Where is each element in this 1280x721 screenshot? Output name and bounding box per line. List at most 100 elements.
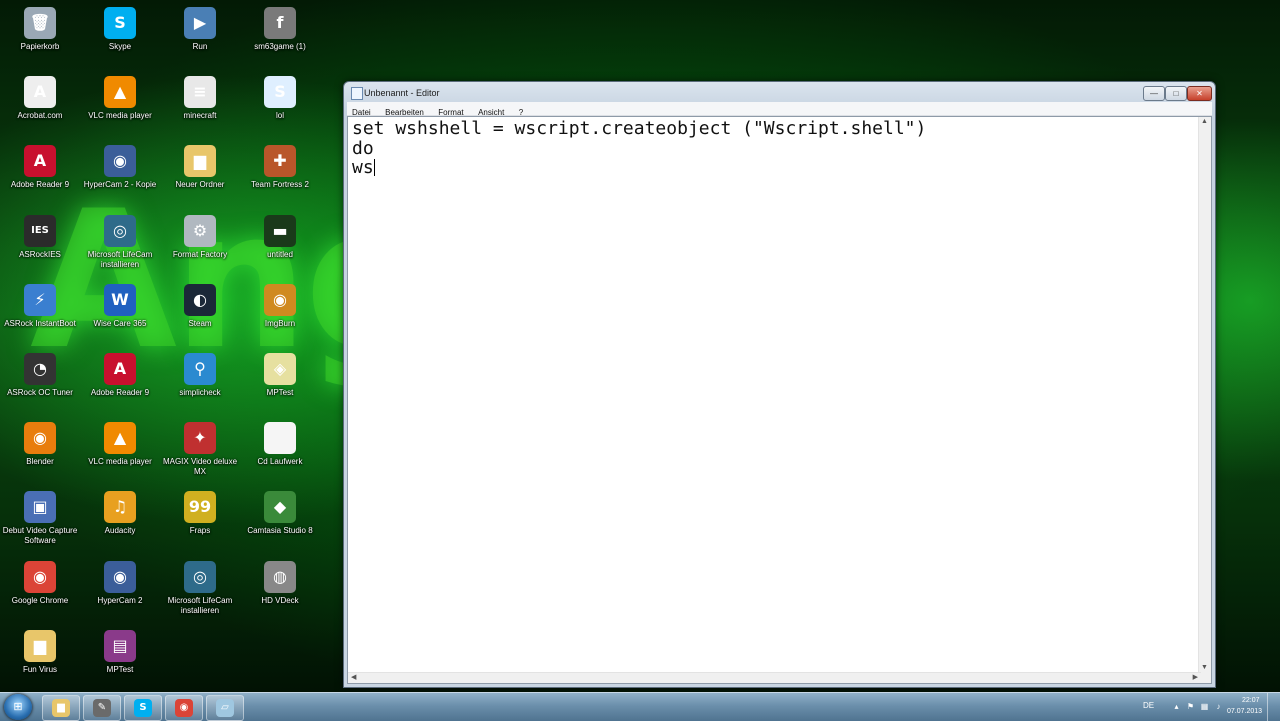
taskbar-app-button[interactable]: ▆ — [42, 695, 80, 721]
magnifier-icon: ⚲ — [184, 353, 216, 385]
window-title: Unbenannt - Editor — [364, 88, 440, 98]
desktop-icon[interactable]: ▆ Neuer Ordner — [160, 142, 240, 208]
hypercam-icon: ◉ — [104, 145, 136, 178]
editor-line: do — [352, 137, 374, 159]
debut-icon: ▣ — [24, 491, 56, 524]
desktop-icon[interactable]: f sm63game (1) — [240, 4, 320, 70]
taskbar-app-button[interactable]: ▱ — [206, 695, 244, 721]
paint-icon: ✎ — [93, 699, 111, 717]
clock-date[interactable]: 07.07.2013 — [1227, 708, 1262, 715]
desktop-icon-label: Blender — [26, 457, 54, 467]
desktop-icon-label: Cd Laufwerk — [257, 457, 303, 467]
network-icon[interactable]: ▦ — [1200, 702, 1209, 711]
taskbar-app-button[interactable]: ◉ — [165, 695, 203, 721]
desktop-icon[interactable]: ▲ VLC media player — [80, 73, 160, 139]
maximize-button[interactable]: □ — [1165, 86, 1187, 101]
desktop-icon[interactable]: ◉ Blender — [0, 419, 80, 485]
desktop-icon[interactable]: ▆ Fun Virus — [0, 627, 80, 692]
steam-icon: ◐ — [184, 283, 216, 316]
desktop-icon[interactable]: ✚ Team Fortress 2 — [240, 142, 320, 208]
desktop-icon-label: Adobe Reader 9 — [90, 388, 150, 397]
desktop-icon[interactable]: ⚲ simplicheck — [160, 350, 240, 416]
desktop-icon[interactable]: ◎ Microsoft LifeCam installieren — [80, 212, 160, 278]
scroll-down-icon[interactable]: ▼ — [1201, 664, 1208, 671]
volume-icon[interactable]: ♪ — [1214, 702, 1223, 711]
desktop-icon[interactable]: 🗑 Papierkorb — [0, 4, 80, 70]
desktop-icon-label: VLC media player — [88, 111, 152, 121]
title-bar[interactable]: Unbenannt - Editor — □ ✕ — [344, 82, 1215, 102]
start-button[interactable]: ⊞ — [4, 694, 32, 720]
desktop-icon[interactable]: ✦ MAGIX Video deluxe MX — [160, 419, 240, 485]
desktop-icon-label: HyperCam 2 - Kopie — [83, 180, 157, 190]
notepad-window[interactable]: Unbenannt - Editor — □ ✕ Datei Bearbeite… — [343, 81, 1216, 688]
text-editor[interactable]: set wshshell = wscript.createobject ("Ws… — [347, 116, 1212, 684]
desktop-icon-label: Adobe Reader 9 — [10, 180, 70, 190]
desktop-icon[interactable]: ▬ untitled — [240, 212, 320, 278]
desktop-icon[interactable]: ◉ Google Chrome — [0, 558, 80, 624]
desktop-icon[interactable]: S Skype — [80, 4, 160, 70]
horizontal-scrollbar[interactable]: ◀ ▶ — [348, 672, 1201, 683]
desktop-icon[interactable]: ◔ ASRock OC Tuner — [0, 350, 80, 416]
menu-bar: Datei Bearbeiten Format Ansicht ? — [347, 102, 1212, 117]
desktop-icon[interactable]: ◆ Camtasia Studio 8 — [240, 488, 320, 554]
language-indicator[interactable]: DE — [1143, 701, 1154, 710]
desktop-icon[interactable]: Cd Laufwerk — [240, 419, 320, 485]
desktop-icon[interactable]: ▤ MPTest — [80, 627, 160, 692]
desktop-icon[interactable]: IES ASRockIES — [0, 212, 80, 278]
scroll-left-icon[interactable]: ◀ — [351, 673, 356, 681]
show-desktop-button[interactable] — [1267, 693, 1280, 721]
image-icon: ▬ — [264, 214, 296, 247]
desktop-icon[interactable]: ◉ HyperCam 2 - Kopie — [80, 142, 160, 208]
desktop-icon-label: Microsoft LifeCam installieren — [167, 595, 233, 615]
desktop-icon-label: MPTest — [266, 388, 294, 397]
notepad-icon: ▱ — [216, 699, 234, 717]
desktop-icon[interactable]: ◈ MPTest — [240, 350, 320, 416]
desktop-icon[interactable]: ▣ Debut Video Capture Software — [0, 488, 80, 554]
fraps-icon: 99 — [184, 491, 216, 524]
close-button[interactable]: ✕ — [1187, 86, 1212, 101]
vertical-scrollbar[interactable]: ▲ ▼ — [1198, 117, 1211, 683]
desktop-icon-label: untitled — [267, 249, 293, 259]
desktop-icon-label: MAGIX Video deluxe MX — [162, 457, 238, 477]
desktop-icon[interactable]: ◐ Steam — [160, 281, 240, 347]
desktop-icon-label: sm63game (1) — [254, 42, 306, 51]
desktop-icon[interactable]: ▶ Run — [160, 4, 240, 70]
desktop-icon[interactable]: ≡ minecraft — [160, 73, 240, 139]
notepad-icon[interactable] — [351, 87, 363, 100]
instantboot-icon: ⚡ — [24, 283, 56, 316]
clock-time[interactable]: 22:07 — [1242, 697, 1260, 704]
scroll-right-icon[interactable]: ▶ — [1193, 673, 1198, 681]
desktop-icon[interactable]: A Acrobat.com — [0, 73, 80, 139]
desktop-icon[interactable]: ▲ VLC media player — [80, 419, 160, 485]
desktop-icon-label: Camtasia Studio 8 — [247, 526, 313, 536]
desktop-icon[interactable]: Slol — [240, 73, 320, 139]
desktop-icon[interactable]: ◍ HD VDeck — [240, 558, 320, 624]
desktop-icon-label: Run — [192, 42, 208, 51]
desktop-icon-label: lol — [275, 111, 284, 121]
desktop-icon[interactable]: ◎ Microsoft LifeCam installieren — [160, 558, 240, 624]
desktop-icon[interactable]: ⚡ ASRock InstantBoot — [0, 281, 80, 347]
desktop-icon[interactable]: 99 Fraps — [160, 488, 240, 554]
desktop-icon[interactable]: ♫ Audacity — [80, 488, 160, 554]
minimize-button[interactable]: — — [1143, 86, 1165, 101]
desktop-icon-label: Papierkorb — [20, 42, 60, 51]
desktop-icon-label: ASRock OC Tuner — [7, 388, 73, 397]
taskbar-app-button[interactable]: ✎ — [83, 695, 121, 721]
desktop-icon[interactable]: ◉ HyperCam 2 — [80, 558, 160, 624]
desktop-icon-label: Microsoft LifeCam installieren — [87, 249, 153, 269]
flag-icon[interactable]: ⚑ — [1186, 702, 1195, 711]
desktop-icon[interactable]: A Adobe Reader 9 — [80, 350, 160, 416]
taskbar-app-button[interactable]: S — [124, 695, 162, 721]
oc-tuner-icon: ◔ — [24, 353, 56, 385]
desktop-icon[interactable]: A Adobe Reader 9 — [0, 142, 80, 208]
editor-text[interactable]: set wshshell = wscript.createobject ("Ws… — [352, 119, 926, 178]
desktop-icon[interactable]: W Wise Care 365 — [80, 281, 160, 347]
scroll-up-icon[interactable]: ▲ — [1201, 118, 1208, 125]
desktop-icon-label: Neuer Ordner — [175, 180, 225, 190]
system-tray: DE ▴ ⚑ ▦ ♪ 22:07 07.07.2013 — [1120, 693, 1280, 721]
desktop-icon[interactable]: ⚙ Format Factory — [160, 212, 240, 278]
audacity-icon: ♫ — [104, 491, 136, 524]
skype-icon: S — [104, 7, 136, 39]
arrow-up-icon[interactable]: ▴ — [1172, 702, 1181, 711]
desktop-icon[interactable]: ◉ ImgBurn — [240, 281, 320, 347]
